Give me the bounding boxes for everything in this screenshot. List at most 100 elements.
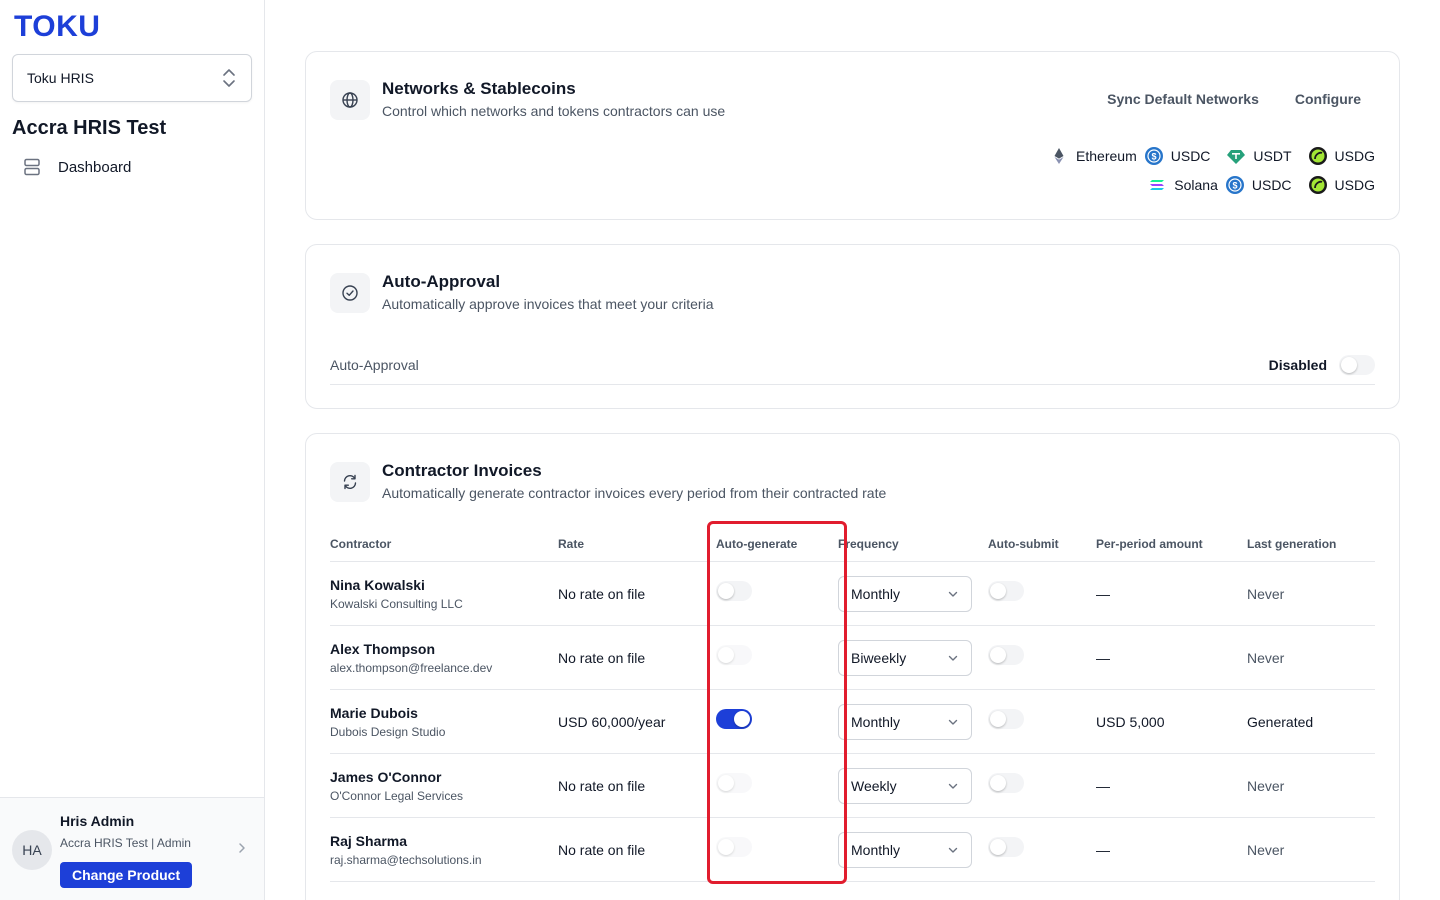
column-header: Per-period amount [1096,536,1203,551]
frequency-value: Monthly [851,841,901,858]
avatar: HA [12,830,52,870]
networks-description: Control which networks and tokens contra… [382,103,726,119]
globe-icon [330,80,370,120]
contractor-cell: James O'Connor O'Connor Legal Services [330,769,558,803]
per-period-amount: — [1096,777,1110,794]
usdc-icon: $ [1225,176,1244,194]
auto-approval-status: Disabled [1268,356,1327,373]
frequency-select[interactable]: Weekly [838,767,972,804]
column-header: Last generation [1247,536,1337,551]
chevron-down-icon [948,719,958,725]
contractor-subtitle: raj.sharma@techsolutions.in [330,852,482,867]
user-name: Hris Admin [60,813,135,829]
solana-icon [1150,180,1165,190]
usdg-icon [1308,147,1327,165]
chevron-down-icon [948,591,958,597]
chevron-up-down-icon [223,69,235,87]
auto-generate-toggle[interactable] [716,709,752,729]
auto-approval-card: Auto-Approval Automatically approve invo… [305,244,1400,409]
auto-generate-toggle[interactable] [716,837,752,857]
auto-submit-toggle[interactable] [988,645,1024,665]
table-row: Raj Sharma raj.sharma@techsolutions.in No … [330,818,1375,882]
column-header: Contractor [330,536,392,551]
column-header: Rate [558,536,585,551]
check-circle-icon [330,273,370,313]
frequency-select[interactable]: Monthly [838,703,972,740]
chevron-down-icon [948,783,958,789]
auto-generate-cell [716,773,838,798]
sidebar-item-label: Dashboard [58,158,132,176]
contractor-subtitle: Kowalski Consulting LLC [330,596,463,611]
contractor-cell: Raj Sharma raj.sharma@techsolutions.in [330,833,558,867]
auto-generate-toggle[interactable] [716,581,752,601]
frequency-cell: Monthly [838,575,988,612]
sidebar-item-dashboard[interactable]: Dashboard [12,150,252,184]
contractor-subtitle: Dubois Design Studio [330,724,446,739]
rate-cell: No rate on file [558,841,646,858]
last-generation: Never [1247,649,1285,666]
last-generation: Never [1247,777,1285,794]
auto-submit-cell [988,645,1096,670]
frequency-select[interactable]: Biweekly [838,639,972,676]
auto-submit-toggle[interactable] [988,837,1024,857]
svg-text:$: $ [1151,152,1156,162]
chevron-down-icon [948,655,958,661]
contractor-invoices-title: Contractor Invoices [382,461,542,480]
auto-generate-cell [716,837,838,862]
frequency-cell: Weekly [838,767,988,804]
svg-text:$: $ [1232,181,1237,191]
last-generation: Generated [1247,713,1314,730]
configure-button[interactable]: Configure [1295,91,1361,107]
auto-submit-toggle[interactable] [988,581,1024,601]
frequency-select[interactable]: Monthly [838,575,972,612]
auto-generate-cell [716,645,838,670]
token-usdt: USDT [1253,148,1292,164]
auto-approval-row: Auto-Approval Disabled [330,345,1375,385]
auto-submit-toggle[interactable] [988,773,1024,793]
contractor-cell: Alex Thompson alex.thompson@freelance.dev [330,641,558,675]
column-header: Frequency [838,536,899,551]
auto-submit-cell [988,709,1096,734]
auto-submit-toggle[interactable] [988,709,1024,729]
per-period-amount: — [1096,585,1110,602]
last-generation: Never [1247,585,1285,602]
auto-approval-toggle[interactable] [1339,354,1375,375]
auto-approval-label: Auto-Approval [330,356,419,373]
chevron-down-icon [948,847,958,853]
networks-card: Networks & Stablecoins Control which net… [305,51,1400,220]
chevron-right-icon[interactable] [236,842,248,854]
auto-generate-toggle[interactable] [716,773,752,793]
auto-approval-title: Auto-Approval [382,272,501,291]
usdg-icon [1308,176,1327,194]
frequency-cell: Monthly [838,831,988,868]
frequency-value: Biweekly [851,649,907,666]
frequency-cell: Monthly [838,703,988,740]
auto-submit-cell [988,773,1096,798]
refresh-icon [330,462,370,502]
table-header: Contractor Rate Auto-generate Frequency … [330,526,1375,562]
product-select[interactable]: Toku HRIS [12,54,252,102]
auto-submit-cell [988,837,1096,862]
contractor-name: Alex Thompson [330,640,436,657]
usdt-icon [1227,150,1246,164]
network-name: Ethereum [1076,148,1137,164]
token-usdg: USDG [1334,148,1375,164]
product-select-value: Toku HRIS [27,70,94,86]
user-panel[interactable]: HA Hris Admin Accra HRIS Test | Admin Ch… [0,797,264,900]
contractor-cell: Marie Dubois Dubois Design Studio [330,705,558,739]
network-row-solana: Solana $ USDC USDG [1147,175,1375,195]
rate-cell: No rate on file [558,777,646,794]
frequency-value: Monthly [851,585,901,602]
rate-cell: No rate on file [558,585,646,602]
table-row: Alex Thompson alex.thompson@freelance.dev… [330,626,1375,690]
frequency-select[interactable]: Monthly [838,831,972,868]
auto-generate-cell [716,581,838,606]
rate-cell: No rate on file [558,649,646,666]
toku-logo[interactable]: TOKU [14,10,100,44]
contractor-invoices-description: Automatically generate contractor invoic… [382,485,887,501]
contractor-cell: Nina Kowalski Kowalski Consulting LLC [330,577,558,611]
auto-generate-toggle[interactable] [716,645,752,665]
change-product-button[interactable]: Change Product [60,862,193,888]
last-generation: Never [1247,841,1285,858]
sync-default-networks-button[interactable]: Sync Default Networks [1107,91,1259,107]
